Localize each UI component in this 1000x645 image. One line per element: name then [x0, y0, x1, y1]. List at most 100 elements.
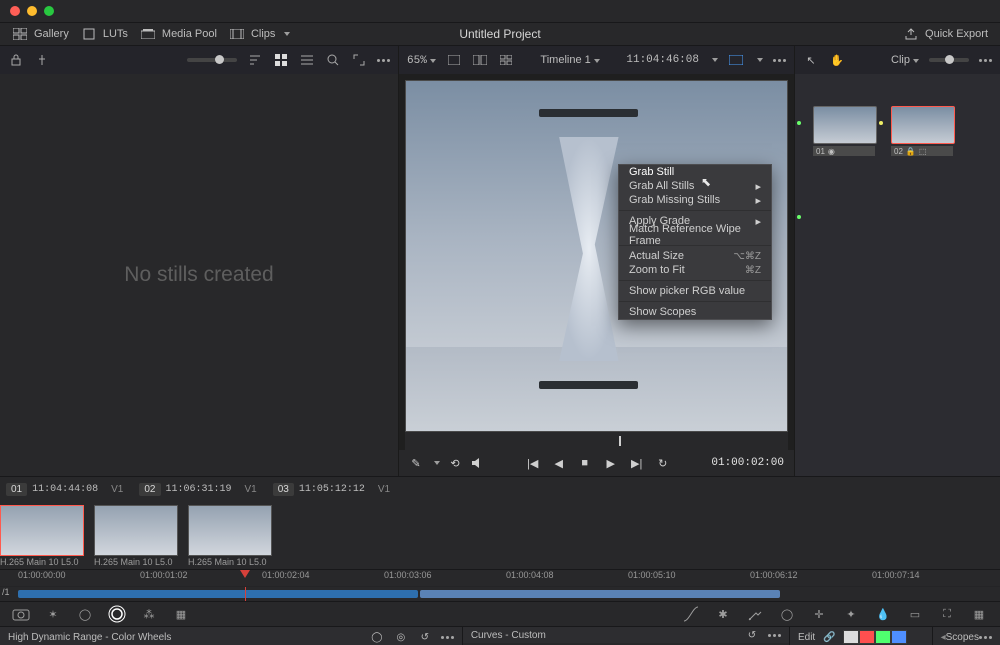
media-pool-toggle[interactable]: Media Pool	[134, 23, 223, 45]
warper-icon[interactable]: ✱	[714, 605, 732, 623]
rgb-mixer-icon[interactable]: ⁂	[140, 605, 158, 623]
list-view-icon[interactable]	[299, 52, 315, 68]
ctx-show-picker-rgb[interactable]: Show picker RGB value	[619, 284, 771, 298]
ruler-tick: 01:00:04:08	[506, 570, 554, 580]
camera-raw-icon[interactable]	[12, 605, 30, 623]
motion-effects-icon[interactable]: ▦	[172, 605, 190, 623]
clip-header-1[interactable]: 0111:04:44:08V1	[0, 483, 129, 496]
clip-header-2[interactable]: 0211:06:31:19V1	[133, 483, 262, 496]
ctx-grab-still[interactable]: Grab Still	[619, 165, 771, 179]
sizing-icon[interactable]: ⛶	[938, 605, 956, 623]
magic-mask-icon[interactable]: ✦	[842, 605, 860, 623]
clip-header-3[interactable]: 0311:05:12:12V1	[267, 483, 396, 496]
quad-view-icon[interactable]	[498, 52, 514, 68]
lock-icon[interactable]	[8, 52, 24, 68]
ctx-zoom-to-fit[interactable]: Zoom to Fit⌘Z	[619, 263, 771, 277]
hand-tool-icon[interactable]: ✋	[829, 52, 845, 68]
thumb-size-slider[interactable]	[187, 58, 237, 62]
maximize-window-button[interactable]	[44, 6, 54, 16]
hdr-more-icon[interactable]	[441, 636, 454, 639]
clip-thumb-3[interactable]: H.265 Main 10 L5.0	[188, 505, 272, 567]
scrub-bar[interactable]	[405, 432, 788, 450]
node-graph[interactable]: 01◉ 02🔒⬚	[795, 74, 1000, 476]
ctx-match-reference[interactable]: Match Reference Wipe Frame	[619, 228, 771, 242]
close-window-button[interactable]	[10, 6, 20, 16]
node-2[interactable]: 02🔒⬚	[891, 106, 953, 156]
qualifier-icon[interactable]	[746, 605, 764, 623]
viewer-more-icon[interactable]	[773, 59, 786, 62]
stereo-icon[interactable]: ▦	[970, 605, 988, 623]
cursor-arrow-icon: ⬉	[701, 175, 711, 189]
curves-reset-icon[interactable]: ↺	[744, 627, 760, 643]
loop-button[interactable]: ↻	[656, 456, 670, 470]
first-frame-button[interactable]: |◀	[526, 456, 540, 470]
node-input-pin[interactable]	[797, 215, 801, 219]
ctx-grab-missing-stills[interactable]: Grab Missing Stills▸	[619, 193, 771, 207]
loop-region-icon[interactable]: ⟲	[448, 456, 462, 470]
timeline-ruler[interactable]: 01:00:00:00 01:00:01:02 01:00:02:04 01:0…	[0, 569, 1000, 586]
node-mode-dropdown[interactable]: Clip	[891, 54, 919, 66]
stop-button[interactable]: ■	[578, 456, 592, 470]
scopes-more-icon[interactable]	[979, 636, 992, 639]
clip-on-track-2[interactable]	[420, 590, 780, 598]
no-stills-text: No stills created	[124, 263, 273, 287]
quick-export-button[interactable]: Quick Export	[897, 23, 994, 45]
top-toolbar: Untitled Project Gallery LUTs Media Pool…	[0, 23, 1000, 46]
export-icon	[903, 26, 919, 42]
color-match-icon[interactable]: ✶	[44, 605, 62, 623]
nodes-more-icon[interactable]	[979, 59, 992, 62]
play-button[interactable]: ▶	[604, 456, 618, 470]
blur-icon[interactable]: 💧	[874, 605, 892, 623]
ctx-grab-all-stills[interactable]: Grab All Stills▸	[619, 179, 771, 193]
hdr-reset-icon[interactable]: ↺	[417, 629, 433, 645]
viewer-image[interactable]: Grab Still Grab All Stills▸ Grab Missing…	[405, 80, 788, 432]
bypass-icon[interactable]	[728, 52, 744, 68]
luts-toggle[interactable]: LUTs	[75, 23, 134, 45]
stills-toolbar	[0, 46, 398, 74]
curves-icon[interactable]	[682, 605, 700, 623]
single-view-icon[interactable]	[446, 52, 462, 68]
eyedropper-icon[interactable]: ✎	[409, 456, 423, 470]
window-icon[interactable]: ◯	[778, 605, 796, 623]
ruler-tick: 01:00:02:04	[262, 570, 310, 580]
clips-dropdown[interactable]: Clips	[223, 23, 296, 45]
clip-on-track-1[interactable]	[18, 590, 418, 598]
hdr-wheel-icon[interactable]: ◯	[369, 629, 385, 645]
more-options-icon[interactable]	[377, 59, 390, 62]
ruler-tick: 01:00:07:14	[872, 570, 920, 580]
timeline-dropdown[interactable]: Timeline 1	[540, 54, 599, 66]
hdr-wheels-icon[interactable]	[108, 605, 126, 623]
prev-frame-button[interactable]: ◀	[552, 456, 566, 470]
node-zoom-slider[interactable]	[929, 58, 969, 62]
clip-timecode[interactable]: 01:00:02:00	[711, 457, 784, 469]
mute-icon[interactable]	[470, 456, 484, 470]
minimize-window-button[interactable]	[27, 6, 37, 16]
sort-icon[interactable]	[247, 52, 263, 68]
zoom-dropdown[interactable]: 65%	[407, 54, 436, 67]
clip-strip-header: 0111:04:44:08V1 0211:06:31:19V1 0311:05:…	[0, 476, 1000, 501]
timeline-track-v1[interactable]: /1	[0, 586, 1000, 601]
search-icon[interactable]	[325, 52, 341, 68]
clip-thumb-1[interactable]: H.265 Main 10 L5.0	[0, 505, 84, 567]
expand-icon[interactable]	[351, 52, 367, 68]
key-icon[interactable]: ▭	[906, 605, 924, 623]
grid-view-icon[interactable]	[273, 52, 289, 68]
tracker-icon[interactable]: ✛	[810, 605, 828, 623]
hdr-target-icon[interactable]: ◎	[393, 629, 409, 645]
node-input-pin[interactable]	[797, 121, 801, 125]
last-frame-button[interactable]: ▶|	[630, 456, 644, 470]
gallery-toggle[interactable]: Gallery	[6, 23, 75, 45]
ctx-show-scopes[interactable]: Show Scopes	[619, 305, 771, 319]
clip-thumb-2[interactable]: H.265 Main 10 L5.0	[94, 505, 178, 567]
channel-swatches[interactable]	[843, 630, 907, 644]
dual-view-icon[interactable]	[472, 52, 488, 68]
curves-more-icon[interactable]	[768, 634, 781, 637]
pin-icon[interactable]	[34, 52, 50, 68]
pointer-tool-icon[interactable]: ↖	[803, 52, 819, 68]
ruler-tick: 01:00:00:00	[18, 570, 66, 580]
wheels-icon[interactable]: ◯	[76, 605, 94, 623]
ctx-actual-size[interactable]: Actual Size⌥⌘Z	[619, 249, 771, 263]
project-timecode[interactable]: 11:04:46:08	[626, 54, 699, 66]
link-icon[interactable]: 🔗	[821, 629, 837, 645]
node-1[interactable]: 01◉	[813, 106, 875, 156]
